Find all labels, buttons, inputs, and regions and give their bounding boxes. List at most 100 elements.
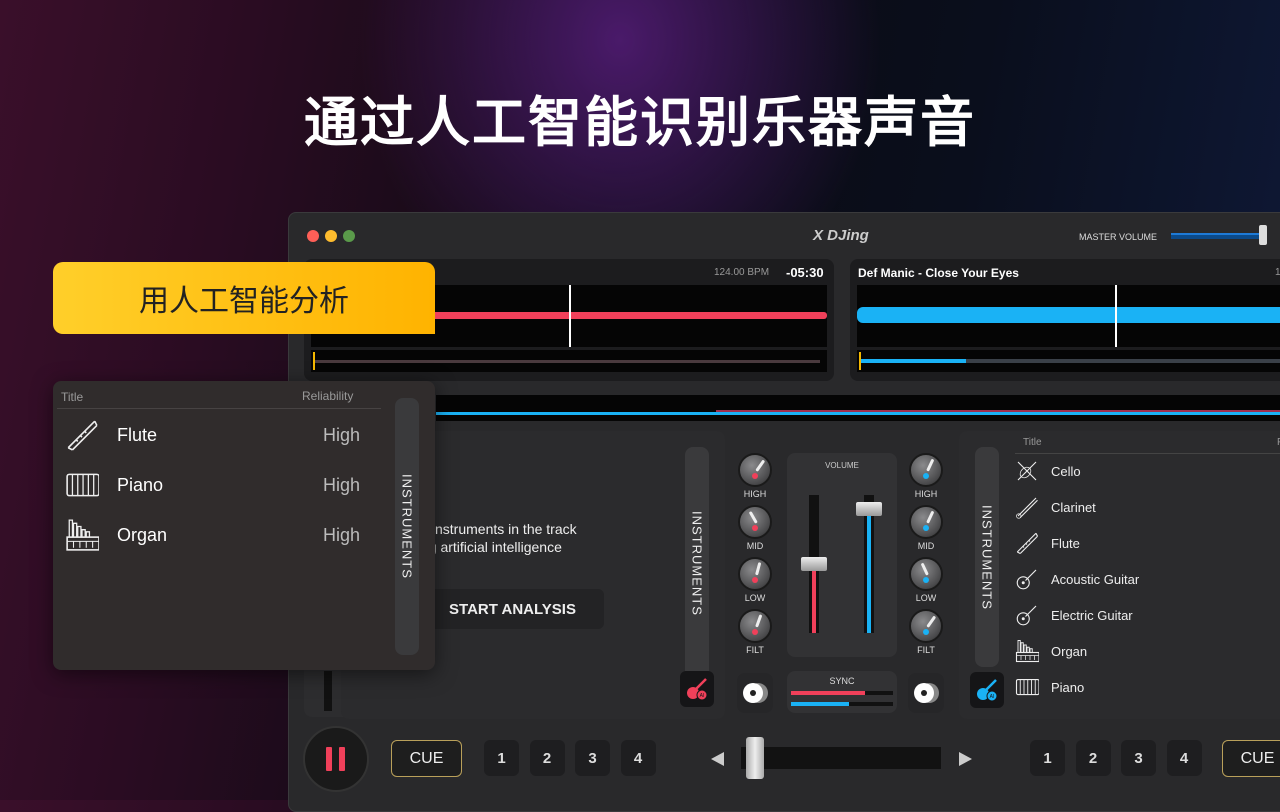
eq-knob-low-a[interactable] (738, 557, 772, 591)
guitar-icon (1016, 569, 1037, 590)
instrument-list-item[interactable]: Cello (1015, 459, 1081, 483)
hotcue-button-2[interactable]: 2 (1075, 740, 1111, 776)
instrument-list-item[interactable]: Electric Guitar (1015, 603, 1133, 627)
eq-knob-filt-a[interactable] (738, 609, 772, 643)
instrument-list-item[interactable]: Acoustic Guitar (1015, 567, 1139, 591)
flute-icon (67, 420, 98, 451)
instruments-tab-b[interactable]: INSTRUMENTS (975, 447, 999, 667)
hotcue-button-1[interactable]: 1 (1030, 740, 1065, 776)
combined-waveform[interactable] (436, 395, 1280, 421)
hotcue-button-3[interactable]: 3 (1121, 740, 1156, 776)
app-title: X DJing (813, 227, 869, 244)
instrument-title: Flute (117, 424, 158, 445)
ai-instruments-button[interactable]: AI (680, 671, 714, 707)
instrument-name: Clarinet (1051, 499, 1096, 515)
instruments-tab-overlay[interactable]: INSTRUMENTS (395, 398, 419, 655)
eq-knob-label: FILT (917, 645, 935, 655)
flute-icon (1016, 532, 1039, 555)
instruments-tab[interactable]: INSTRUMENTS (685, 447, 709, 679)
instrument-name: Organ (1051, 643, 1088, 659)
organ-icon (66, 519, 99, 551)
zoom-window-button[interactable] (343, 230, 355, 242)
eq-knob-label: HIGH (743, 489, 767, 499)
eq-knob-low-b[interactable] (909, 557, 943, 591)
crossfader-left-arrow[interactable] (711, 751, 725, 767)
instrument-title: Organ (117, 524, 168, 545)
eq-knob-label: MID (746, 541, 764, 551)
minimize-window-button[interactable] (325, 230, 337, 242)
deck-b-display: Def Manic - Close Your Eyes 1 (850, 259, 1280, 381)
col-reliability: Reliability (302, 389, 354, 403)
eq-knob-mid-a[interactable] (738, 505, 772, 539)
eq-knob-high-a[interactable] (738, 453, 772, 487)
disc-icon (743, 683, 768, 703)
instrument-list-item[interactable]: Flute (1015, 531, 1080, 555)
svg-text:AI: AI (700, 693, 705, 699)
deck-a-playhead (569, 285, 571, 347)
instruments-tab-label: INSTRUMENTS (689, 510, 705, 616)
hotcue-button-2[interactable]: 2 (529, 740, 565, 776)
detected-instruments-panel: Title Reliability Flute High Piano High Orga… (53, 381, 435, 670)
eq-knob-filt-b[interactable] (909, 609, 943, 643)
master-volume-handle[interactable] (1259, 225, 1267, 245)
volume-fader-a[interactable] (801, 495, 827, 633)
deck-a-load-button[interactable] (737, 673, 773, 713)
ai-guitar-icon: AI (687, 678, 708, 701)
instrument-list-item[interactable]: Clarinet (1015, 495, 1096, 519)
analysis-desc-2: ng artificial intelligence (421, 539, 562, 555)
ai-guitar-icon: AI (977, 679, 998, 702)
volume-box: VOLUME (787, 453, 897, 657)
instrument-row[interactable]: Organ High (65, 517, 365, 553)
eq-knob-label: LOW (915, 593, 937, 603)
hotcue-button-4[interactable]: 4 (1166, 740, 1202, 776)
cello-icon (1017, 461, 1037, 481)
crossfader-handle[interactable] (746, 737, 765, 779)
master-volume-slider[interactable] (1171, 233, 1263, 239)
eq-knob-label: HIGH (914, 489, 938, 499)
instrument-reliability: High (323, 424, 361, 445)
deck-b-playhead (1115, 285, 1117, 347)
volume-fader-b-handle[interactable] (856, 501, 882, 516)
hotcue-button-4[interactable]: 4 (620, 740, 656, 776)
instrument-name: Acoustic Guitar (1051, 571, 1140, 587)
pause-icon (326, 747, 345, 771)
volume-fader-a-handle[interactable] (801, 557, 827, 571)
play-pause-button[interactable] (303, 726, 369, 792)
crossfader-right-arrow[interactable] (958, 751, 972, 767)
instruments-list-panel: INSTRUMENTS AI Title F CelloClarinetFlut… (959, 431, 1280, 719)
headline: 通过人工智能识别乐器声音 (304, 91, 976, 154)
guitar-icon (1016, 605, 1037, 626)
cue-button-b[interactable]: CUE (1222, 740, 1280, 777)
instrument-reliability: High (323, 524, 361, 545)
instruments-tab-b-label: INSTRUMENTS (979, 504, 995, 610)
instrument-list-item[interactable]: Organ (1015, 639, 1087, 663)
deck-b-waveform[interactable] (857, 285, 1280, 347)
crossfader[interactable] (741, 737, 941, 779)
instrument-name: Piano (1051, 679, 1085, 695)
eq-knob-label: LOW (744, 593, 766, 603)
instrument-list-item[interactable]: Piano (1015, 675, 1084, 699)
piano-icon (66, 473, 99, 497)
app-window: X DJing MASTER VOLUME 124.00 BPM -05:30 … (288, 212, 1280, 812)
deck-b-overview[interactable] (857, 350, 1280, 372)
cue-button-a[interactable]: CUE (391, 740, 462, 777)
analysis-desc-1: y instruments in the track (421, 521, 577, 537)
pitch-fader[interactable] (324, 671, 332, 711)
hotcue-button-1[interactable]: 1 (484, 740, 519, 776)
deck-a-overview[interactable] (311, 350, 827, 372)
deck-b-load-button[interactable] (908, 673, 944, 713)
ai-instruments-button-b[interactable]: AI (970, 672, 1004, 708)
volume-fader-b[interactable] (856, 495, 882, 633)
instrument-row[interactable]: Flute High (65, 417, 365, 453)
close-window-button[interactable] (307, 230, 319, 242)
eq-knob-high-b[interactable] (909, 453, 943, 487)
start-analysis-button[interactable]: START ANALYSIS (421, 589, 604, 629)
col-title: Title (1023, 437, 1042, 448)
eq-knob-label: MID (917, 541, 935, 551)
deck-a-bpm: 124.00 BPM (714, 267, 770, 278)
hotcue-button-3[interactable]: 3 (575, 740, 610, 776)
sync-box[interactable]: SYNC (787, 671, 897, 713)
instrument-row[interactable]: Piano High (65, 467, 365, 503)
eq-knob-mid-b[interactable] (909, 505, 943, 539)
deck-a-time: -05:30 (786, 265, 824, 280)
